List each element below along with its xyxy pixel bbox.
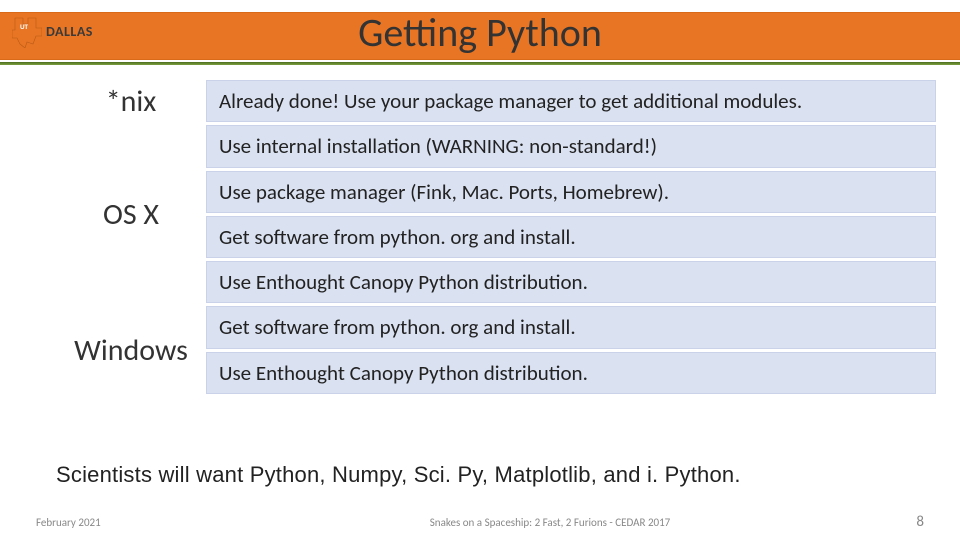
desc-cell: Already done! Use your package manager t… — [206, 80, 936, 122]
desc-cell: Get software from python. org and instal… — [206, 216, 936, 258]
desc-col: Use internal installation (WARNING: non-… — [206, 125, 936, 303]
table-row: Windows Get software from python. org an… — [56, 306, 936, 394]
desc-cell: Use package manager (Fink, Mac. Ports, H… — [206, 171, 936, 213]
desc-cell: Use internal installation (WARNING: non-… — [206, 125, 936, 167]
desc-col: Already done! Use your package manager t… — [206, 80, 936, 122]
os-label-nix: *nix — [56, 80, 206, 122]
table-row: OS X Use internal installation (WARNING:… — [56, 125, 936, 303]
slide-title: Getting Python — [0, 8, 960, 57]
desc-col: Get software from python. org and instal… — [206, 306, 936, 394]
footer-page-number: 8 — [864, 513, 924, 531]
os-label-windows: Windows — [56, 306, 206, 394]
footer-date: February 2021 — [36, 516, 236, 529]
table-row: *nix Already done! Use your package mana… — [56, 80, 936, 122]
footer-center: Snakes on a Spaceship: 2 Fast, 2 Furions… — [236, 516, 864, 529]
os-label-osx: OS X — [56, 125, 206, 303]
desc-cell: Get software from python. org and instal… — [206, 306, 936, 348]
footer: February 2021 Snakes on a Spaceship: 2 F… — [0, 512, 960, 532]
bottom-note: Scientists will want Python, Numpy, Sci.… — [56, 462, 936, 488]
header-underline — [0, 62, 960, 65]
slide: UT DALLAS Getting Python *nix Already do… — [0, 0, 960, 540]
desc-cell: Use Enthought Canopy Python distribution… — [206, 352, 936, 394]
install-table: *nix Already done! Use your package mana… — [56, 80, 936, 397]
desc-cell: Use Enthought Canopy Python distribution… — [206, 261, 936, 303]
